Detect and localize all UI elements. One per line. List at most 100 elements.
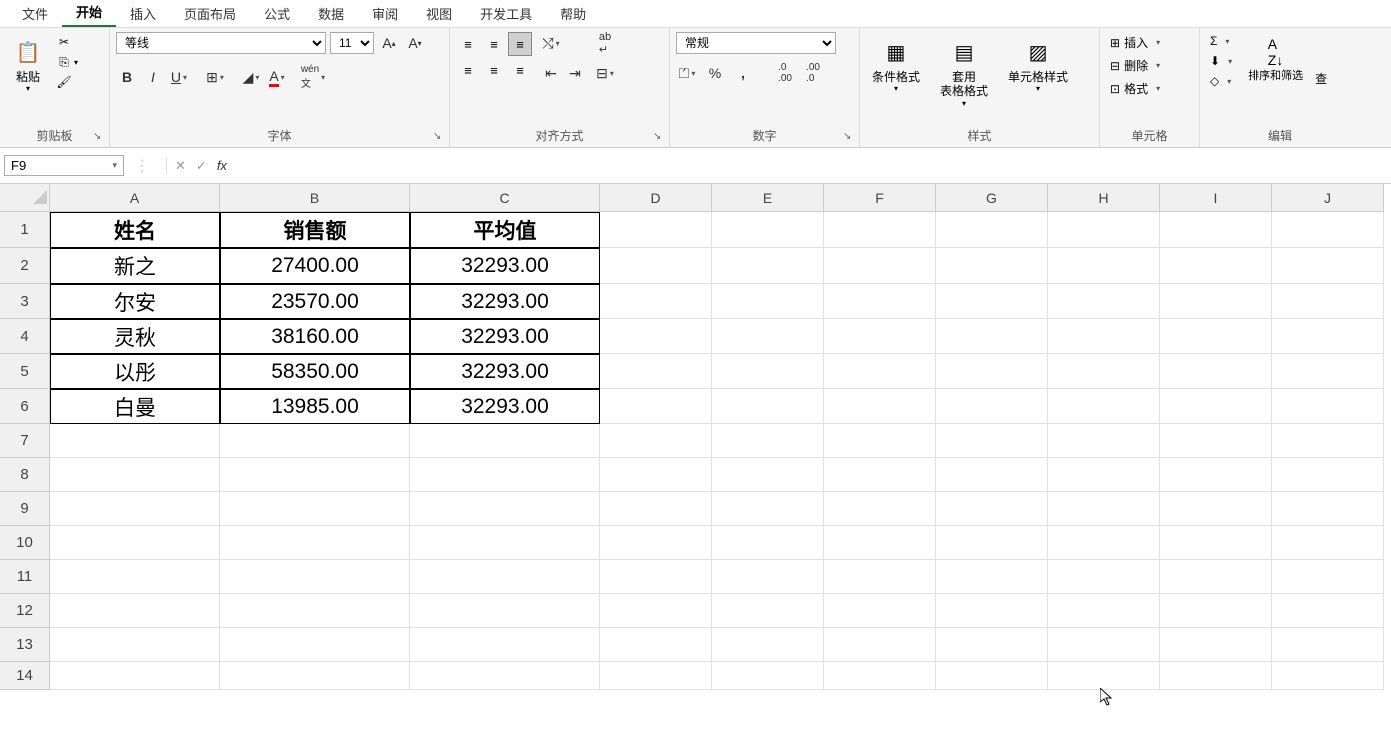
cell-G2[interactable]	[936, 248, 1048, 284]
col-header-G[interactable]: G	[936, 184, 1048, 212]
cell-G10[interactable]	[936, 526, 1048, 560]
cell-H11[interactable]	[1048, 560, 1160, 594]
row-header-7[interactable]: 7	[0, 424, 50, 458]
data-cell-C2[interactable]: 32293.00	[410, 248, 600, 284]
cell-E2[interactable]	[712, 248, 824, 284]
cell-F11[interactable]	[824, 560, 936, 594]
cell-I10[interactable]	[1160, 526, 1272, 560]
col-header-B[interactable]: B	[220, 184, 410, 212]
cell-B11[interactable]	[220, 560, 410, 594]
col-header-J[interactable]: J	[1272, 184, 1384, 212]
cell-I9[interactable]	[1160, 492, 1272, 526]
clear-button[interactable]: ◇	[1206, 72, 1236, 90]
data-cell-A5[interactable]: 以彤	[50, 354, 220, 389]
row-header-8[interactable]: 8	[0, 458, 50, 492]
cell-H10[interactable]	[1048, 526, 1160, 560]
number-format-select[interactable]: 常规	[676, 32, 836, 54]
cell-J11[interactable]	[1272, 560, 1384, 594]
align-bottom-button[interactable]: ≡	[508, 32, 532, 56]
decrease-decimal-button[interactable]: .00.0	[802, 62, 824, 84]
data-cell-C1[interactable]: 平均值	[410, 212, 600, 248]
cell-F7[interactable]	[824, 424, 936, 458]
cell-A10[interactable]	[50, 526, 220, 560]
cell-D3[interactable]	[600, 284, 712, 319]
phonetic-button[interactable]: wén文	[302, 66, 324, 88]
col-header-H[interactable]: H	[1048, 184, 1160, 212]
col-header-D[interactable]: D	[600, 184, 712, 212]
row-header-11[interactable]: 11	[0, 560, 50, 594]
cell-I6[interactable]	[1160, 389, 1272, 424]
cell-H5[interactable]	[1048, 354, 1160, 389]
data-cell-A4[interactable]: 灵秋	[50, 319, 220, 354]
cell-F12[interactable]	[824, 594, 936, 628]
cell-C9[interactable]	[410, 492, 600, 526]
cell-D1[interactable]	[600, 212, 712, 248]
cell-G14[interactable]	[936, 662, 1048, 690]
cell-H2[interactable]	[1048, 248, 1160, 284]
cell-A11[interactable]	[50, 560, 220, 594]
cell-F9[interactable]	[824, 492, 936, 526]
data-cell-C4[interactable]: 32293.00	[410, 319, 600, 354]
cell-J12[interactable]	[1272, 594, 1384, 628]
cell-D9[interactable]	[600, 492, 712, 526]
row-header-9[interactable]: 9	[0, 492, 50, 526]
cell-E1[interactable]	[712, 212, 824, 248]
comma-button[interactable]: ,	[732, 62, 754, 84]
underline-button[interactable]: U	[168, 66, 190, 88]
cell-J4[interactable]	[1272, 319, 1384, 354]
cell-B10[interactable]	[220, 526, 410, 560]
cell-H14[interactable]	[1048, 662, 1160, 690]
cell-F13[interactable]	[824, 628, 936, 662]
delete-cells-button[interactable]: ⊟删除	[1106, 55, 1164, 76]
menu-开发工具[interactable]: 开发工具	[466, 0, 546, 27]
cell-J7[interactable]	[1272, 424, 1384, 458]
table-format-button[interactable]: ▤ 套用 表格格式▾	[934, 32, 994, 112]
cell-B8[interactable]	[220, 458, 410, 492]
cell-B13[interactable]	[220, 628, 410, 662]
cell-D4[interactable]	[600, 319, 712, 354]
cell-D13[interactable]	[600, 628, 712, 662]
cell-H8[interactable]	[1048, 458, 1160, 492]
alignment-launcher[interactable]: ↘	[653, 131, 665, 143]
cell-A9[interactable]	[50, 492, 220, 526]
percent-button[interactable]: %	[704, 62, 726, 84]
font-size-select[interactable]: 11	[330, 32, 374, 54]
cell-E5[interactable]	[712, 354, 824, 389]
data-cell-A6[interactable]: 白曼	[50, 389, 220, 424]
col-header-A[interactable]: A	[50, 184, 220, 212]
cell-D6[interactable]	[600, 389, 712, 424]
cell-G5[interactable]	[936, 354, 1048, 389]
decrease-indent-button[interactable]: ⇤	[540, 62, 562, 84]
menu-审阅[interactable]: 审阅	[358, 0, 412, 27]
autosum-button[interactable]: Σ	[1206, 32, 1236, 50]
align-right-button[interactable]: ≡	[508, 58, 532, 82]
menu-页面布局[interactable]: 页面布局	[170, 0, 250, 27]
merge-button[interactable]: ⊟	[594, 62, 616, 84]
increase-font-button[interactable]: A▴	[378, 32, 400, 54]
cell-I8[interactable]	[1160, 458, 1272, 492]
cell-D2[interactable]	[600, 248, 712, 284]
font-family-select[interactable]: 等线	[116, 32, 326, 54]
cell-F4[interactable]	[824, 319, 936, 354]
copy-button[interactable]: ⎘▾	[54, 52, 80, 72]
data-cell-B3[interactable]: 23570.00	[220, 284, 410, 319]
cell-J2[interactable]	[1272, 248, 1384, 284]
data-cell-B2[interactable]: 27400.00	[220, 248, 410, 284]
menu-插入[interactable]: 插入	[116, 0, 170, 27]
align-top-button[interactable]: ≡	[456, 32, 480, 56]
cell-C14[interactable]	[410, 662, 600, 690]
cell-C7[interactable]	[410, 424, 600, 458]
row-header-3[interactable]: 3	[0, 284, 50, 319]
cell-D10[interactable]	[600, 526, 712, 560]
border-button[interactable]: ⊞	[204, 66, 226, 88]
data-cell-A1[interactable]: 姓名	[50, 212, 220, 248]
cell-H9[interactable]	[1048, 492, 1160, 526]
cell-I3[interactable]	[1160, 284, 1272, 319]
cell-A7[interactable]	[50, 424, 220, 458]
cell-I1[interactable]	[1160, 212, 1272, 248]
data-cell-B6[interactable]: 13985.00	[220, 389, 410, 424]
cell-B9[interactable]	[220, 492, 410, 526]
cell-G12[interactable]	[936, 594, 1048, 628]
format-painter-button[interactable]: 🖌	[54, 72, 80, 92]
menu-帮助[interactable]: 帮助	[546, 0, 600, 27]
